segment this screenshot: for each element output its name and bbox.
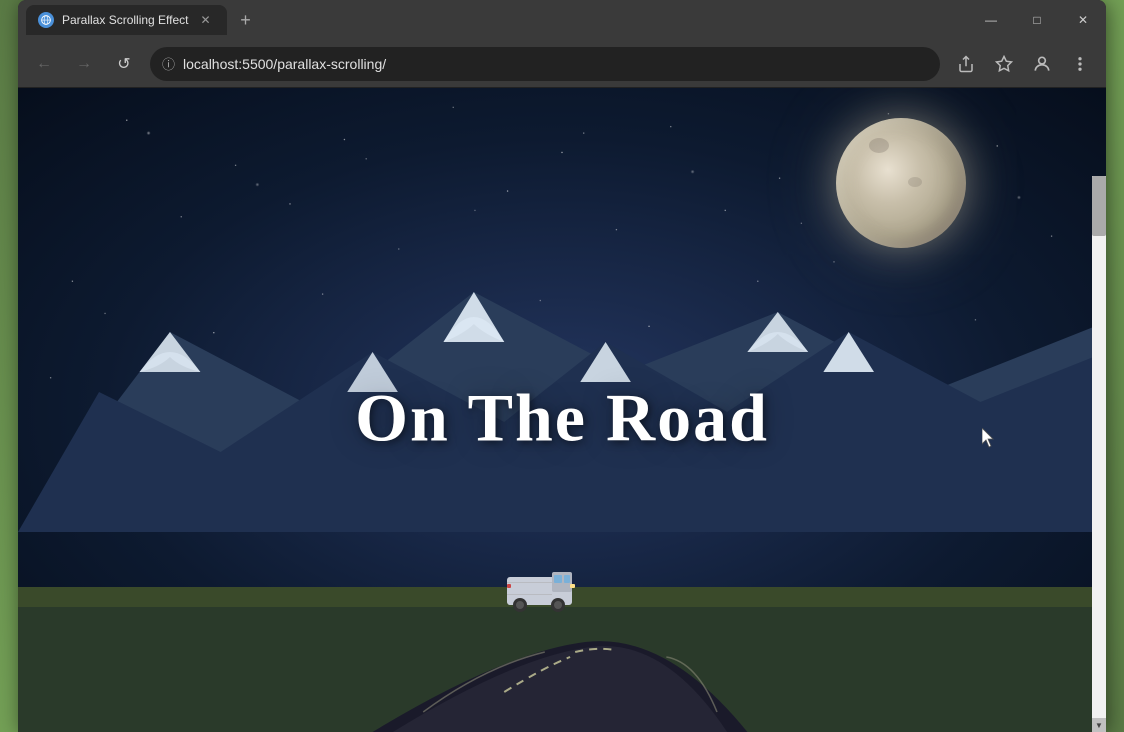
profile-button[interactable]: [1024, 46, 1060, 82]
mouse-cursor: [982, 428, 996, 448]
scroll-down-button[interactable]: ▼: [1092, 718, 1106, 732]
url-input[interactable]: [183, 56, 928, 72]
close-button[interactable]: ✕: [1060, 0, 1106, 40]
security-icon: ⓘ: [162, 54, 175, 73]
share-button[interactable]: [948, 46, 984, 82]
menu-button[interactable]: [1062, 46, 1098, 82]
bookmark-button[interactable]: [986, 46, 1022, 82]
browser-window: Parallax Scrolling Effect ✕ + — □ ✕ ← →: [18, 0, 1106, 732]
reload-button[interactable]: ↺: [106, 46, 142, 82]
tab-favicon: [38, 12, 54, 28]
active-tab[interactable]: Parallax Scrolling Effect ✕: [26, 5, 227, 35]
minimize-button[interactable]: —: [968, 0, 1014, 40]
webpage-content: On The Road ▲ ▼: [18, 88, 1106, 732]
hero-text: On The Road: [355, 378, 769, 457]
forward-button[interactable]: →: [66, 46, 102, 82]
scrollbar-track[interactable]: ▲ ▼: [1092, 176, 1106, 732]
maximize-button[interactable]: □: [1014, 0, 1060, 40]
tab-bar: Parallax Scrolling Effect ✕ +: [18, 5, 968, 35]
parallax-scene: On The Road: [18, 88, 1106, 732]
back-button[interactable]: ←: [26, 46, 62, 82]
navigation-bar: ← → ↺ ⓘ: [18, 40, 1106, 88]
ground: [18, 512, 1106, 732]
title-bar: Parallax Scrolling Effect ✕ + — □ ✕: [18, 0, 1106, 40]
new-tab-button[interactable]: +: [231, 5, 261, 35]
nav-actions: [948, 46, 1098, 82]
moon: [836, 118, 966, 248]
window-controls: — □ ✕: [968, 0, 1106, 40]
scroll-thumb[interactable]: [1092, 176, 1106, 236]
address-bar[interactable]: ⓘ: [150, 47, 940, 81]
tab-title: Parallax Scrolling Effect: [62, 13, 189, 27]
vehicle: [502, 562, 582, 617]
tab-close-button[interactable]: ✕: [197, 11, 215, 29]
